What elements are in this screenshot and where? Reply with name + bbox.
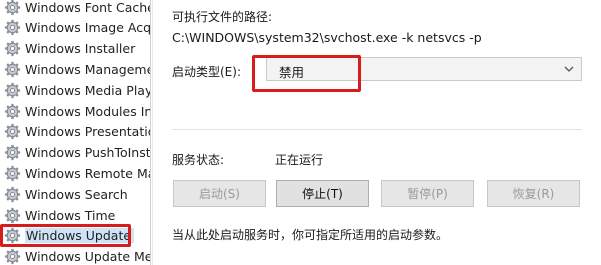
gear-icon xyxy=(4,144,21,161)
service-list-item[interactable]: Windows Font Cache xyxy=(0,0,150,17)
startup-type-label: 启动类型(E): xyxy=(172,65,241,79)
gear-icon xyxy=(4,123,21,140)
windows-update-highlight xyxy=(0,224,131,247)
gear-icon xyxy=(4,0,21,16)
start-button[interactable]: 启动(S) xyxy=(173,180,266,207)
service-status-value: 正在运行 xyxy=(275,153,324,167)
gear-icon xyxy=(4,61,21,78)
resume-button[interactable]: 恢复(R) xyxy=(487,180,580,207)
service-list-item[interactable]: Windows Image Acqu xyxy=(0,18,150,38)
gear-icon xyxy=(4,19,21,36)
service-list-item[interactable]: Windows PushToInsta xyxy=(0,143,150,163)
start-parameters-hint: 当从此处启动服务时，你可指定所适用的启动参数。 xyxy=(172,228,449,242)
startup-type-highlight xyxy=(252,55,361,92)
gear-icon xyxy=(4,207,21,224)
service-list-item[interactable]: Windows Search xyxy=(0,184,150,204)
service-list-item[interactable]: Windows Installer xyxy=(0,39,150,59)
service-list-item[interactable]: Windows Media Playe xyxy=(0,80,150,100)
gear-icon xyxy=(4,82,21,99)
service-list-item[interactable]: Windows Manageme xyxy=(0,59,150,79)
service-name: Windows PushToInsta xyxy=(25,145,150,161)
service-name: Windows Media Playe xyxy=(25,82,150,98)
service-list-item[interactable]: Windows Update Me xyxy=(0,247,150,265)
service-list-item[interactable]: Windows Time xyxy=(0,205,150,225)
pause-button[interactable]: 暂停(P) xyxy=(381,180,474,207)
service-name: Windows Font Cache xyxy=(25,0,150,15)
service-list-item[interactable]: Windows Presentatio xyxy=(0,122,150,142)
service-name: Windows Update Me xyxy=(25,249,150,265)
service-name: Windows Installer xyxy=(25,41,136,57)
list-divider xyxy=(150,0,151,265)
executable-path-value: C:\WINDOWS\system32\svchost.exe -k netsv… xyxy=(172,30,482,45)
service-name: Windows Search xyxy=(25,186,128,202)
gear-icon xyxy=(4,103,21,120)
stop-button[interactable]: 停止(T) xyxy=(276,180,369,207)
service-status-label: 服务状态: xyxy=(172,153,225,167)
service-list-item[interactable]: Windows Remote Ma xyxy=(0,163,150,183)
service-name: Windows Time xyxy=(25,207,116,223)
section-separator xyxy=(172,129,582,130)
chevron-down-icon xyxy=(564,66,574,72)
service-name: Windows Modules In xyxy=(25,103,150,119)
gear-icon xyxy=(4,165,21,182)
service-list-item[interactable]: Windows Modules In xyxy=(0,101,150,121)
executable-path-label: 可执行文件的路径: xyxy=(172,10,273,24)
service-name: Windows Manageme xyxy=(25,61,150,77)
gear-icon xyxy=(4,40,21,57)
service-name: Windows Remote Ma xyxy=(25,165,150,181)
service-name: Windows Presentatio xyxy=(25,124,150,140)
gear-icon xyxy=(4,248,21,265)
service-name: Windows Image Acqu xyxy=(25,20,150,36)
gear-icon xyxy=(4,186,21,203)
